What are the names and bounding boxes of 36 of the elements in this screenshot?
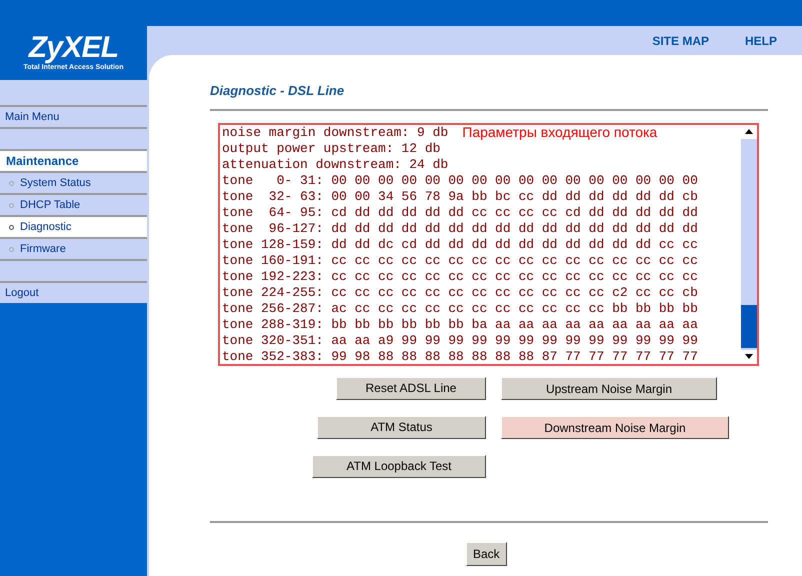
- log-line: tone 32- 63: 00 00 34 56 78 9a bb bc cc dd dd dd dd dd dd cb: [222, 188, 698, 204]
- action-button[interactable]: Reset ADSL Line: [336, 376, 486, 400]
- radio-bullet-icon: [9, 202, 14, 208]
- radio-bullet-icon: [9, 180, 14, 186]
- log-line: attenuation downstream: 24 db: [222, 156, 448, 172]
- action-button[interactable]: ATM Loopback Test: [312, 454, 486, 478]
- log-line: noise margin downstream: 9 db: [222, 124, 448, 140]
- log-line: tone 224-255: cc cc cc cc cc cc cc cc cc cc cc cc c2 cc cc cb: [222, 284, 698, 300]
- scroll-up-icon[interactable]: [741, 124, 757, 138]
- action-button[interactable]: ATM Status: [317, 416, 486, 438]
- log-line: tone 256-287: ac cc cc cc cc cc cc cc cc cc cc cc bb bb bb bb: [222, 300, 698, 316]
- scrollbar[interactable]: [741, 124, 757, 364]
- logo: ZyXEL: [28, 32, 118, 63]
- scrollbar-thumb[interactable]: [741, 304, 757, 348]
- log-line: tone 128-159: dd dd dc cd dd dd dd dd dd dd dd dd dd dd cc cc: [222, 236, 698, 252]
- header-link[interactable]: SITE MAP: [652, 32, 709, 50]
- log-line: tone 352-383: 99 98 88 88 88 88 88 88 88 87 77 77 77 77 77 77: [222, 348, 698, 364]
- log-line: output power upstream: 12 db: [222, 140, 440, 156]
- log-line: tone 0- 31: 00 00 00 00 00 00 00 00 00 00 00 00 00 00 00 00: [222, 172, 698, 188]
- action-button[interactable]: Downstream Noise Margin: [501, 416, 729, 439]
- log-line: tone 320-351: aa aa a9 99 99 99 99 99 99 99 99 99 99 99 99 99: [222, 332, 698, 348]
- scroll-down-icon[interactable]: [741, 350, 757, 364]
- back-button[interactable]: Back: [466, 542, 507, 566]
- action-button[interactable]: Upstream Noise Margin: [501, 377, 717, 400]
- log-line: tone 96-127: dd dd dd dd dd dd dd dd dd dd dd dd dd dd dd dd: [222, 220, 698, 236]
- log-line: tone 192-223: cc cc cc cc cc cc cc cc cc cc cc cc cc cc cc cc: [222, 268, 698, 284]
- header-link[interactable]: HELP: [744, 32, 777, 50]
- page-title: Diagnostic - DSL Line: [210, 82, 346, 100]
- log-line: tone 288-319: bb bb bb bb bb bb ba aa aa aa aa aa aa aa aa aa: [222, 316, 698, 332]
- sidebar-link[interactable]: Logout: [5, 284, 39, 302]
- log-line: tone 64- 95: cd dd dd dd dd dd cc cc cc cc cd dd dd dd dd dd: [222, 204, 698, 220]
- annotation-text: Параметры входящего потока: [462, 123, 658, 142]
- radio-bullet-icon: [9, 224, 14, 230]
- log-line: tone 160-191: cc cc cc cc cc cc cc cc cc cc cc cc cc cc cc cc: [222, 252, 698, 268]
- radio-bullet-icon: [9, 246, 14, 252]
- sidebar-section-title: Maintenance: [6, 153, 79, 170]
